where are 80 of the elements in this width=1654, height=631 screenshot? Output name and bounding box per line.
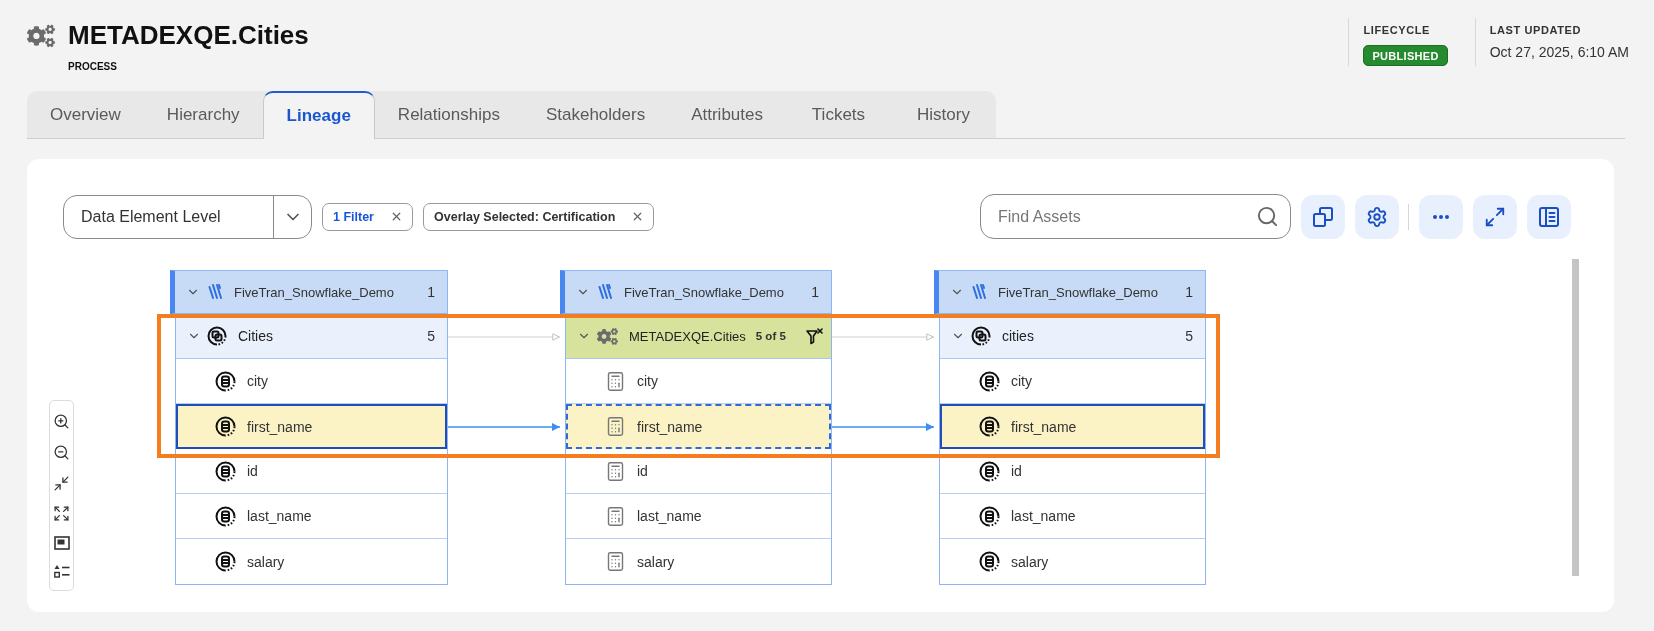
field-row[interactable]: last_name [566,494,831,539]
asset-type-label: PROCESS [68,61,118,73]
node-count: 1 [811,284,819,300]
fullscreen-button[interactable] [1473,194,1517,239]
node-count: 5 [1185,328,1193,344]
field-row[interactable]: id [566,449,831,494]
node-count: 1 [1185,284,1193,300]
last-updated-value: Oct 27, 2025, 6:10 AM [1489,43,1629,61]
stripes-logo-icon [208,283,223,301]
filter-chip[interactable]: 1 Filter [322,202,413,231]
column-icon [215,505,236,527]
filter-chip[interactable]: Overlay Selected: Certification [423,202,655,231]
tab[interactable]: Overview [27,91,144,138]
column-icon [215,460,236,482]
side-panel-icon [1538,205,1560,228]
lifecycle-label: LIFECYCLE [1363,24,1430,37]
field-row[interactable]: first_name [940,404,1205,449]
settings-icon [1366,205,1388,228]
zoom-out-icon[interactable] [53,443,70,461]
status-badge: PUBLISHED [1363,45,1448,66]
minimap-icon[interactable] [53,536,70,551]
node-count: 5 of 5 [755,330,786,342]
scrollbar[interactable] [1572,259,1579,576]
column-icon [215,370,236,392]
collapse-arrows-icon[interactable] [53,474,70,492]
page-title: METADEXQE.Cities [68,20,309,50]
column-icon [979,505,1000,527]
field-row[interactable]: salary [940,539,1205,584]
field-row[interactable]: first_name [566,404,831,449]
calculator-icon [605,460,626,482]
table-icon [207,326,227,346]
stripes-logo-icon [972,283,987,301]
calculator-icon [605,505,626,527]
field-row[interactable]: first_name [176,404,447,449]
tab[interactable]: Tickets [785,91,891,138]
expand-arrows-icon [1484,205,1506,228]
search-field[interactable]: Find Assets [980,194,1291,239]
column-icon [979,551,1000,572]
node-count: 5 [427,328,435,344]
tab[interactable]: Relationships [374,91,523,138]
calculator-icon [605,551,626,572]
settings-button[interactable] [1355,194,1399,239]
last-updated-label: LAST UPDATED [1489,24,1581,37]
system-node-header[interactable]: FiveTran_Snowflake_Demo 1 [934,270,1206,314]
field-row[interactable]: last_name [176,494,447,539]
fit-view-icon[interactable] [53,505,70,523]
calculator-icon [605,416,626,437]
field-row[interactable]: id [940,449,1205,494]
tab[interactable]: Hierarchy [143,91,263,138]
field-row[interactable]: salary [566,539,831,584]
gears-icon [597,325,618,347]
calculator-icon [605,370,626,392]
system-node-header[interactable]: FiveTran_Snowflake_Demo 1 [170,270,448,314]
close-icon[interactable] [390,210,403,223]
tab[interactable]: Attributes [668,91,786,138]
field-row[interactable]: salary [176,539,447,584]
gears-icon [27,22,55,50]
field-row[interactable]: id [176,449,447,494]
column-icon [979,416,1000,437]
copy-icon [1312,205,1334,228]
column-icon [215,551,236,572]
stripes-logo-icon [598,283,613,301]
system-node-header[interactable]: FiveTran_Snowflake_Demo 1 [560,270,832,314]
table-icon [971,326,991,346]
tab[interactable]: History [890,91,996,138]
legend-icon[interactable] [53,564,70,579]
filter-clear-icon[interactable] [805,327,823,345]
copy-button[interactable] [1301,194,1345,239]
node-count: 1 [427,284,435,300]
more-icon [1433,214,1449,219]
panel-button[interactable] [1527,194,1571,239]
level-select[interactable]: Data Element Level [63,194,312,239]
column-icon [979,460,1000,482]
field-row[interactable]: last_name [940,494,1205,539]
column-icon [215,416,236,437]
tab[interactable]: Lineage [262,91,375,139]
search-icon[interactable] [1256,205,1279,228]
column-icon [979,370,1000,392]
tab[interactable]: Stakeholders [522,91,669,138]
zoom-in-icon[interactable] [53,412,70,430]
